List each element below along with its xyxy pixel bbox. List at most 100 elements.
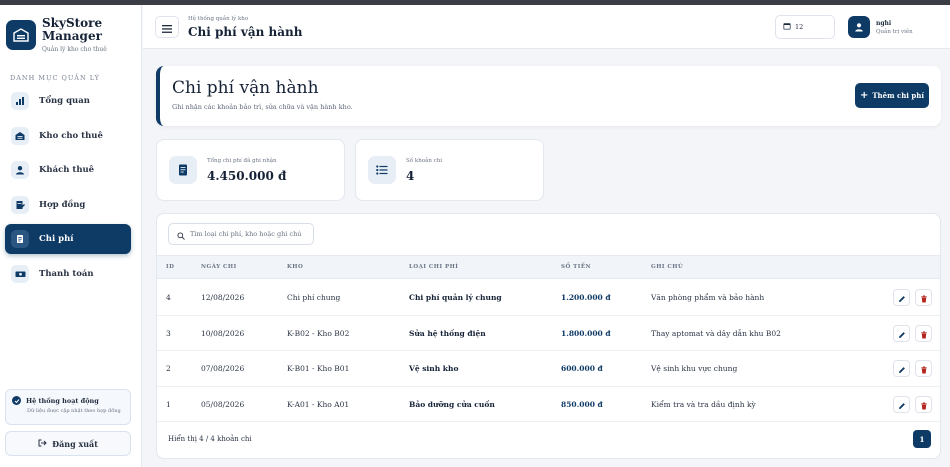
breadcrumb: Hệ thống quản lý kho <box>188 16 249 22</box>
sidebar-item-label: Khách thuê <box>39 165 95 175</box>
document-icon <box>169 156 197 184</box>
cell-note: Vệ sinh khu vực chung <box>651 364 738 373</box>
cell-warehouse: K-B01 - Kho B01 <box>287 364 350 373</box>
delete-button[interactable] <box>915 395 932 414</box>
menu-toggle-button[interactable] <box>155 16 179 38</box>
table-row: 1 05/08/2026 K-A01 - Kho A01 Bảo dưỡng c… <box>157 387 940 422</box>
top-header: Hệ thống quản lý kho Chi phí vận hành 12… <box>143 5 950 49</box>
edit-button[interactable] <box>893 289 910 306</box>
stat-label: Tổng chi phí đã ghi nhận <box>207 158 277 164</box>
cell-type: Sửa hệ thống điện <box>409 328 486 338</box>
delete-button[interactable] <box>915 360 932 377</box>
stat-value: 4.450.000 đ <box>207 169 287 183</box>
delete-button[interactable] <box>915 324 932 343</box>
search-input[interactable] <box>190 230 310 238</box>
user-menu[interactable]: nghi Quản trị viên <box>848 14 913 40</box>
logout-button[interactable]: Đăng xuất <box>5 431 131 456</box>
search-icon <box>177 225 185 244</box>
cell-id: 1 <box>166 399 171 409</box>
date-chip: 12 <box>775 15 835 39</box>
check-circle-icon <box>12 396 21 405</box>
stat-card-count: Số khoản chi 4 <box>355 139 544 201</box>
cell-id: 2 <box>166 364 171 373</box>
trash-icon <box>920 324 928 343</box>
sidebar-item-label: Kho cho thuê <box>39 130 103 141</box>
column-header-note: GHI CHÚ <box>651 264 684 270</box>
sidebar-item-tenants[interactable]: Khách thuê <box>5 155 131 185</box>
page-title: Chi phí vận hành <box>188 25 303 39</box>
money-icon <box>11 264 29 283</box>
cell-type: Chi phí quản lý chung <box>409 293 502 302</box>
receipt-icon <box>11 230 29 248</box>
trash-icon <box>920 395 928 414</box>
brand: SkyStore Manager Quản lý kho cho thuê <box>6 17 107 53</box>
cell-warehouse: Chi phí chung <box>287 293 341 302</box>
pencil-icon <box>898 359 906 378</box>
sidebar-item-warehouses[interactable]: Kho cho thuê <box>5 121 131 151</box>
column-header-amount: SỐ TIỀN <box>561 264 592 270</box>
cell-amount: 1.800.000 đ <box>561 328 611 338</box>
current-date: 12 <box>795 23 804 31</box>
hero-subtitle: Ghi nhận các khoản bảo trì, sửa chữa và … <box>172 103 353 111</box>
warehouse-icon <box>11 126 29 145</box>
sidebar-section-label: DANH MỤC QUẢN LÝ <box>10 74 100 82</box>
sidebar-item-payments[interactable]: Thanh toán <box>5 259 131 289</box>
warehouse-logo-icon <box>6 20 36 50</box>
table-row: 3 10/08/2026 K-B02 - Kho B02 Sửa hệ thốn… <box>157 316 940 351</box>
pagination-page-button[interactable]: 1 <box>913 430 931 448</box>
brand-subtitle: Quản lý kho cho thuê <box>42 46 107 53</box>
cell-warehouse: K-A01 - Kho A01 <box>287 399 350 409</box>
edit-button[interactable] <box>893 360 910 377</box>
table-row: 4 12/08/2026 Chi phí chung Chi phí quản … <box>157 280 940 316</box>
hamburger-icon <box>162 18 172 37</box>
column-header-warehouse: KHO <box>287 264 304 270</box>
sidebar-item-expenses[interactable]: Chi phí <box>5 224 131 254</box>
chart-icon <box>11 92 29 110</box>
plus-icon: + <box>859 90 869 101</box>
avatar <box>848 16 870 38</box>
cell-date: 07/08/2026 <box>201 364 245 373</box>
cell-amount: 1.200.000 đ <box>561 293 611 302</box>
logout-icon <box>38 439 47 449</box>
sidebar-item-label: Chi phí <box>39 234 74 244</box>
add-expense-button[interactable]: + Thêm chi phí <box>855 83 929 108</box>
contract-icon <box>11 195 29 214</box>
status-description: Dữ liệu được cập nhật theo hợp đồng <box>27 408 121 414</box>
cell-type: Bảo dưỡng cửa cuốn <box>409 399 495 409</box>
sidebar-nav: Tổng quan Kho cho thuê Khách thuê Hợp đồ… <box>5 86 131 293</box>
cell-type: Vệ sinh kho <box>409 364 459 373</box>
column-header-type: LOẠI CHI PHÍ <box>409 264 459 270</box>
table-row: 2 07/08/2026 K-B01 - Kho B01 Vệ sinh kho… <box>157 351 940 387</box>
stat-card-total: Tổng chi phí đã ghi nhận 4.450.000 đ <box>156 139 345 201</box>
cell-amount: 850.000 đ <box>561 399 603 409</box>
add-expense-label: Thêm chi phí <box>872 91 925 100</box>
table-footer-count: Hiển thị 4 / 4 khoản chi <box>168 435 252 443</box>
system-status-box: Hệ thống hoạt động Dữ liệu được cập nhật… <box>5 389 131 425</box>
cell-date: 05/08/2026 <box>201 399 245 409</box>
sidebar-item-overview[interactable]: Tổng quan <box>5 86 131 116</box>
edit-button[interactable] <box>893 395 910 414</box>
edit-button[interactable] <box>893 324 910 343</box>
pencil-icon <box>898 395 906 414</box>
sidebar-item-contracts[interactable]: Hợp đồng <box>5 190 131 220</box>
table-header: ID NGÀY CHI KHO LOẠI CHI PHÍ SỐ TIỀN GHI… <box>157 255 940 279</box>
cell-id: 4 <box>166 293 171 302</box>
list-icon <box>368 156 396 184</box>
user-icon <box>11 161 29 179</box>
pencil-icon <box>898 324 906 343</box>
cell-date: 10/08/2026 <box>201 328 245 338</box>
stat-value: 4 <box>406 169 415 183</box>
cell-warehouse: K-B02 - Kho B02 <box>287 328 350 338</box>
sidebar: SkyStore Manager Quản lý kho cho thuê DA… <box>0 5 142 467</box>
cell-note: Văn phòng phẩm và bảo hành <box>651 293 765 302</box>
search-box[interactable] <box>168 223 314 245</box>
user-role: Quản trị viên <box>876 28 913 35</box>
cell-id: 3 <box>166 328 171 338</box>
page-hero: Chi phí vận hành Ghi nhận các khoản bảo … <box>156 66 941 126</box>
cell-note: Thay aptomat và dây dẫn khu B02 <box>651 328 781 338</box>
trash-icon <box>920 288 928 307</box>
cell-date: 12/08/2026 <box>201 293 245 302</box>
delete-button[interactable] <box>915 289 932 306</box>
sidebar-item-label: Hợp đồng <box>39 199 86 210</box>
expense-table-card: ID NGÀY CHI KHO LOẠI CHI PHÍ SỐ TIỀN GHI… <box>156 213 941 459</box>
